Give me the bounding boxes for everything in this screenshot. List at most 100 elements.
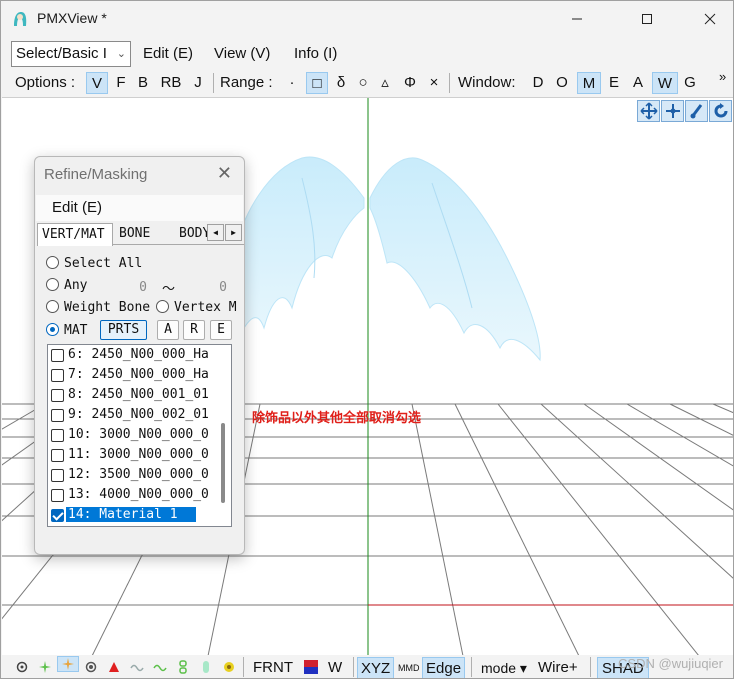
triangle-icon[interactable] xyxy=(106,659,122,675)
move-all-icon[interactable] xyxy=(637,100,660,122)
window-o[interactable]: O xyxy=(554,72,570,94)
list-item[interactable]: 9: 2450_N00_002_01 xyxy=(50,406,210,425)
any-from-field[interactable]: 0 xyxy=(103,278,153,298)
dialog-menu-edit[interactable]: Edit (E) xyxy=(52,199,102,216)
any-to-field[interactable]: 0 xyxy=(183,278,233,298)
range-tilde: 〜 xyxy=(162,282,176,297)
link-icon[interactable] xyxy=(152,659,168,675)
radio-vertex-m[interactable] xyxy=(156,300,169,313)
edge-button[interactable]: Edge xyxy=(422,657,466,678)
checkbox[interactable] xyxy=(51,389,64,402)
a-button[interactable]: A xyxy=(157,320,179,340)
radio-weight-bone[interactable] xyxy=(46,300,59,313)
menu-edit[interactable]: Edit (E) xyxy=(143,45,193,62)
list-item[interactable]: 11: 3000_N00_000_0 xyxy=(50,446,210,465)
tab-scroll-left-icon[interactable]: ◀ xyxy=(207,224,224,241)
dialog-close-icon[interactable]: ✕ xyxy=(217,163,232,184)
any-option[interactable]: Any xyxy=(46,278,87,296)
option-f[interactable]: F xyxy=(114,72,128,94)
xyz-button[interactable]: XYZ xyxy=(357,657,395,678)
checkbox[interactable] xyxy=(51,449,64,462)
close-button[interactable] xyxy=(687,1,733,37)
checkbox[interactable] xyxy=(51,469,64,482)
options-label: Options : xyxy=(15,74,76,91)
list-item[interactable]: 10: 3000_N00_000_0 xyxy=(50,426,210,445)
menu-view[interactable]: View (V) xyxy=(214,45,270,62)
option-j[interactable]: J xyxy=(191,72,205,94)
window-e[interactable]: E xyxy=(607,72,621,94)
range-label: Range : xyxy=(220,74,273,91)
color-swatch-icon[interactable] xyxy=(303,659,319,675)
e-button[interactable]: E xyxy=(210,320,232,340)
checkbox[interactable] xyxy=(51,349,64,362)
move-icon[interactable] xyxy=(661,100,684,122)
mmd-button[interactable]: MMD xyxy=(398,657,420,678)
spark-icon[interactable] xyxy=(37,659,53,675)
bone-display-icon[interactable] xyxy=(57,656,79,672)
list-item[interactable]: 12: 3500_N00_000_0 xyxy=(50,466,210,485)
vertex-display-icon[interactable] xyxy=(14,659,30,675)
rotate-axis-icon[interactable] xyxy=(685,100,708,122)
radio-select-all[interactable] xyxy=(46,256,59,269)
dialog-menu-bar: Edit (E) xyxy=(36,195,243,221)
weight-bone-option[interactable]: Weight Bone xyxy=(46,300,150,318)
option-b[interactable]: B xyxy=(136,72,150,94)
list-item[interactable]: 7: 2450_N00_000_Ha xyxy=(50,366,210,385)
tab-bone[interactable]: BONE xyxy=(115,223,173,245)
window-w[interactable]: W xyxy=(652,72,678,94)
r-button[interactable]: R xyxy=(183,320,205,340)
morph-icon[interactable] xyxy=(221,659,237,675)
wave-icon[interactable] xyxy=(129,659,145,675)
checkbox[interactable] xyxy=(51,429,64,442)
range-phi[interactable]: Φ xyxy=(402,72,418,94)
range-clear[interactable]: × xyxy=(427,72,441,94)
checkbox-checked[interactable] xyxy=(51,509,64,522)
list-item-selected[interactable]: 14: Material 1 xyxy=(50,506,210,525)
option-rb[interactable]: RB xyxy=(159,72,183,94)
rotate-icon[interactable] xyxy=(709,100,732,122)
frnt-button[interactable]: FRNT xyxy=(253,657,293,678)
mat-option[interactable]: MAT xyxy=(46,323,87,341)
watermark: CSDN @wujiuqier xyxy=(618,656,723,671)
window-m[interactable]: M xyxy=(577,72,601,94)
mode-select[interactable]: Select/Basic I ⌄ xyxy=(11,41,131,67)
chain-icon[interactable] xyxy=(175,659,191,675)
maximize-button[interactable] xyxy=(624,1,670,37)
tab-vert-mat[interactable]: VERT/MAT xyxy=(37,223,113,246)
checkbox[interactable] xyxy=(51,489,64,502)
range-triangle[interactable]: ▵ xyxy=(378,72,392,94)
menu-info[interactable]: Info (I) xyxy=(294,45,337,62)
wire-button[interactable]: Wire+ xyxy=(538,657,578,678)
target-icon[interactable] xyxy=(83,659,99,675)
capsule-icon[interactable] xyxy=(198,659,214,675)
w-button[interactable]: W xyxy=(328,657,342,678)
radio-mat[interactable] xyxy=(46,323,59,336)
checkbox[interactable] xyxy=(51,409,64,422)
list-item[interactable]: 8: 2450_N00_001_01 xyxy=(50,386,210,405)
list-scrollbar[interactable] xyxy=(221,423,225,503)
status-divider xyxy=(353,657,354,677)
range-circle[interactable]: ○ xyxy=(356,72,370,94)
radio-any[interactable] xyxy=(46,278,59,291)
range-rect[interactable]: □ xyxy=(306,72,328,94)
prts-button[interactable]: PRTS xyxy=(100,320,147,340)
minimize-icon xyxy=(572,18,582,20)
range-point[interactable]: · xyxy=(285,72,299,94)
window-d[interactable]: D xyxy=(531,72,545,94)
mode-dropdown[interactable]: mode ▾ xyxy=(481,657,527,678)
tab-scroll-right-icon[interactable]: ▶ xyxy=(225,224,242,241)
window-g[interactable]: G xyxy=(683,72,697,94)
tab-body[interactable]: BODY xyxy=(175,223,209,245)
minimize-button[interactable] xyxy=(554,1,600,37)
maximize-icon xyxy=(642,14,652,24)
toolbar-overflow-icon[interactable]: » xyxy=(719,66,726,88)
list-item[interactable]: 6: 2450_N00_000_Ha xyxy=(50,346,210,365)
select-all-option[interactable]: Select All xyxy=(46,256,142,274)
list-item[interactable]: 13: 4000_N00_000_0 xyxy=(50,486,210,505)
option-v[interactable]: V xyxy=(86,72,108,94)
checkbox[interactable] xyxy=(51,369,64,382)
vertex-m-option[interactable]: Vertex M xyxy=(156,300,237,318)
range-delta[interactable]: δ xyxy=(334,72,348,94)
window-a[interactable]: A xyxy=(630,72,646,94)
material-list[interactable]: 6: 2450_N00_000_Ha 7: 2450_N00_000_Ha 8:… xyxy=(47,344,232,527)
